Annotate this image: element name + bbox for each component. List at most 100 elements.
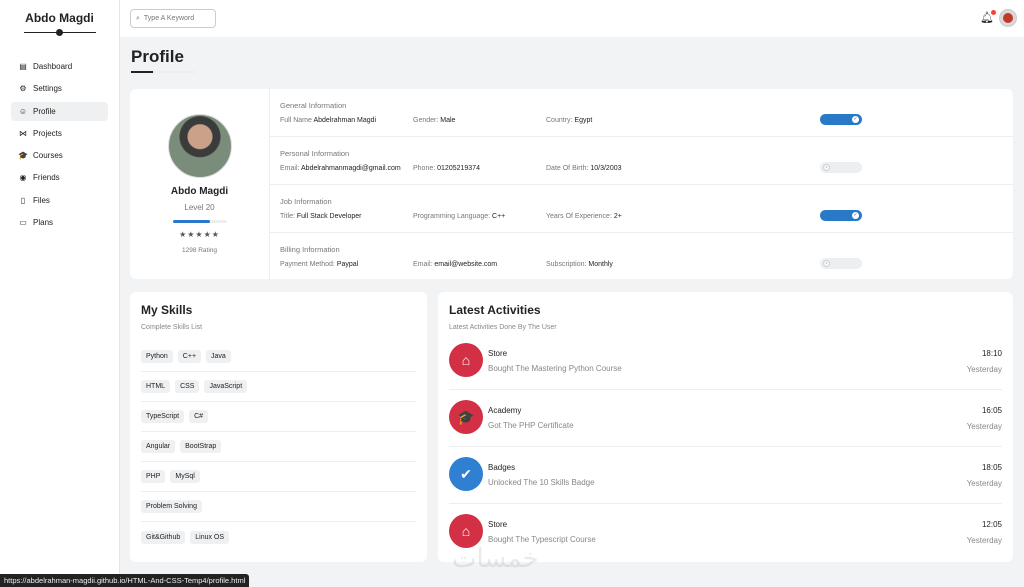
section-title: Billing Information — [280, 245, 340, 254]
field-label: Full Name — [280, 117, 312, 124]
brand-name: Abdo Magdi — [25, 11, 94, 25]
skills-title: My Skills — [141, 303, 193, 317]
status-bar-url: https://abdelrahman-magdii.github.io/HTM… — [0, 574, 250, 587]
field-label: Title: — [280, 213, 295, 220]
info-field: Years Of Experience: 2+ — [546, 213, 622, 220]
skill-row: HTML CSS JavaScript — [141, 372, 416, 402]
info-field: Full Name Abdelrahman Magdi — [280, 117, 376, 124]
chart-icon: ▤ — [19, 62, 27, 71]
field-value: Abdelrahmanmagdi@gmail.com — [301, 165, 401, 172]
skill-row: TypeScript C# — [141, 402, 416, 432]
skill-tag: Java — [206, 350, 231, 363]
field-value: C++ — [492, 213, 506, 220]
profile-avatar — [167, 114, 232, 178]
info-field: Country: Egypt — [546, 117, 592, 124]
activity-time: 18:05 — [981, 463, 1002, 472]
field-value: 10/3/2003 — [590, 165, 622, 172]
skill-tag: C# — [189, 410, 209, 423]
section-toggle[interactable]: × — [820, 258, 862, 269]
info-field: Title: Full Stack Developer — [280, 213, 361, 220]
field-label: Programming Language: — [413, 213, 491, 220]
skill-tag: Git&Github — [141, 530, 186, 544]
sidebar-item-settings[interactable]: ⚙ Settings — [11, 79, 108, 98]
section-title: Job Information — [280, 197, 332, 206]
field-label: Years Of Experience: — [546, 213, 612, 220]
sidebar-item-friends[interactable]: ◉ Friends — [11, 168, 108, 187]
skill-tag: Angular — [141, 440, 176, 453]
rating-stars: ★★★★★ — [179, 230, 220, 239]
search-placeholder: Type A Keyword — [143, 15, 195, 22]
section-title: General Information — [280, 101, 347, 110]
profile-level: Level 20 — [184, 203, 215, 212]
skill-tag: MySql — [170, 470, 200, 483]
info-field: Programming Language: C++ — [413, 213, 505, 220]
skill-tag: Python — [141, 350, 173, 363]
section-toggle[interactable]: ✓ — [820, 114, 862, 125]
section-toggle[interactable]: × — [820, 162, 862, 173]
sidebar-item-plans[interactable]: ▭ Plans — [11, 213, 108, 232]
user-icon: ☺ — [18, 106, 28, 116]
field-value: Egypt — [574, 117, 593, 124]
diagram-icon: ⋈ — [19, 128, 27, 138]
skill-tag: CSS — [175, 380, 200, 393]
field-value: Full Stack Developer — [296, 213, 362, 220]
bell-icon[interactable]: 🔔︎ — [980, 10, 996, 24]
section-title: Personal Information — [280, 149, 350, 158]
activity-item: ⌂ Store Bought The Mastering Python Course… — [449, 333, 1002, 390]
toggle-knob: ✓ — [852, 116, 859, 123]
store-icon: ⌂ — [449, 514, 483, 548]
field-label: Gender: — [413, 117, 439, 124]
activity-description: Bought The Typescript Course — [488, 535, 596, 544]
activities-subtitle: Latest Activities Done By The User — [449, 324, 557, 331]
top-header: ⌕ Type A Keyword 🔔︎ — [120, 0, 1024, 37]
activity-item: ✔ Badges Unlocked The 10 Skills Badge 18:05… — [449, 447, 1002, 504]
field-value: Paypal — [336, 261, 359, 268]
sidebar-item-courses[interactable]: 🎓 Courses — [11, 146, 108, 165]
toggle-knob: ✓ — [852, 212, 859, 219]
info-field: Payment Method: Paypal — [280, 261, 358, 268]
info-field: Email: email@website.com — [413, 261, 497, 268]
info-field: Date Of Birth: 10/3/2003 — [546, 165, 622, 172]
skill-tag: Problem Solving — [141, 500, 202, 513]
field-value: Abdelrahman Magdi — [313, 117, 377, 124]
file-icon: ▯ — [20, 195, 26, 205]
sidebar-item-label: Settings — [33, 84, 62, 94]
search-input[interactable]: ⌕ Type A Keyword — [130, 9, 216, 28]
field-label: Email: — [413, 261, 433, 268]
sidebar-item-profile[interactable]: ☺ Profile — [11, 101, 108, 121]
sidebar-item-dashboard[interactable]: ▤ Dashboard — [11, 57, 108, 76]
skills-card: My Skills Complete Skills List Python C++… — [130, 292, 427, 562]
store-icon: ⌂ — [449, 343, 483, 377]
activity-day: Yesterday — [966, 536, 1002, 545]
sidebar-item-label: Plans — [33, 218, 54, 228]
sidebar-item-projects[interactable]: ⋈ Projects — [11, 124, 108, 143]
sidebar-item-label: Profile — [33, 106, 56, 116]
skill-tag: TypeScript — [141, 410, 185, 423]
activity-item: 🎓 Academy Got The PHP Certificate 16:05 Yest… — [449, 390, 1002, 447]
activity-name: Store — [488, 520, 508, 529]
title-underline — [131, 71, 196, 73]
field-value: Male — [440, 117, 456, 124]
level-progress-bar — [172, 220, 227, 223]
page-title: Profile — [131, 47, 184, 66]
skill-row: PHP MySql — [141, 462, 416, 492]
field-label: Phone: — [413, 165, 436, 172]
skills-subtitle: Complete Skills List — [141, 324, 203, 331]
activity-name: Store — [488, 349, 508, 358]
activity-description: Bought The Mastering Python Course — [488, 364, 622, 373]
skill-tag: PHP — [141, 470, 166, 483]
sidebar-item-label: Courses — [33, 151, 63, 161]
avatar[interactable] — [999, 9, 1017, 27]
graduation-cap-icon: 🎓 — [449, 400, 483, 434]
field-value: 01205219374 — [437, 165, 480, 172]
activity-time: 18:10 — [981, 349, 1002, 358]
activity-description: Got The PHP Certificate — [488, 421, 574, 430]
section-toggle[interactable]: ✓ — [820, 210, 862, 221]
activity-day: Yesterday — [966, 479, 1002, 488]
activity-time: 12:05 — [981, 520, 1002, 529]
sidebar-nav: ▤ Dashboard ⚙ Settings ☺ Profile ⋈ Projects 🎓 Cou… — [0, 57, 119, 232]
field-label: Date Of Birth: — [546, 165, 589, 172]
gear-icon: ⚙ — [19, 84, 27, 94]
toggle-knob: × — [823, 260, 830, 267]
sidebar-item-files[interactable]: ▯ Files — [11, 191, 108, 210]
